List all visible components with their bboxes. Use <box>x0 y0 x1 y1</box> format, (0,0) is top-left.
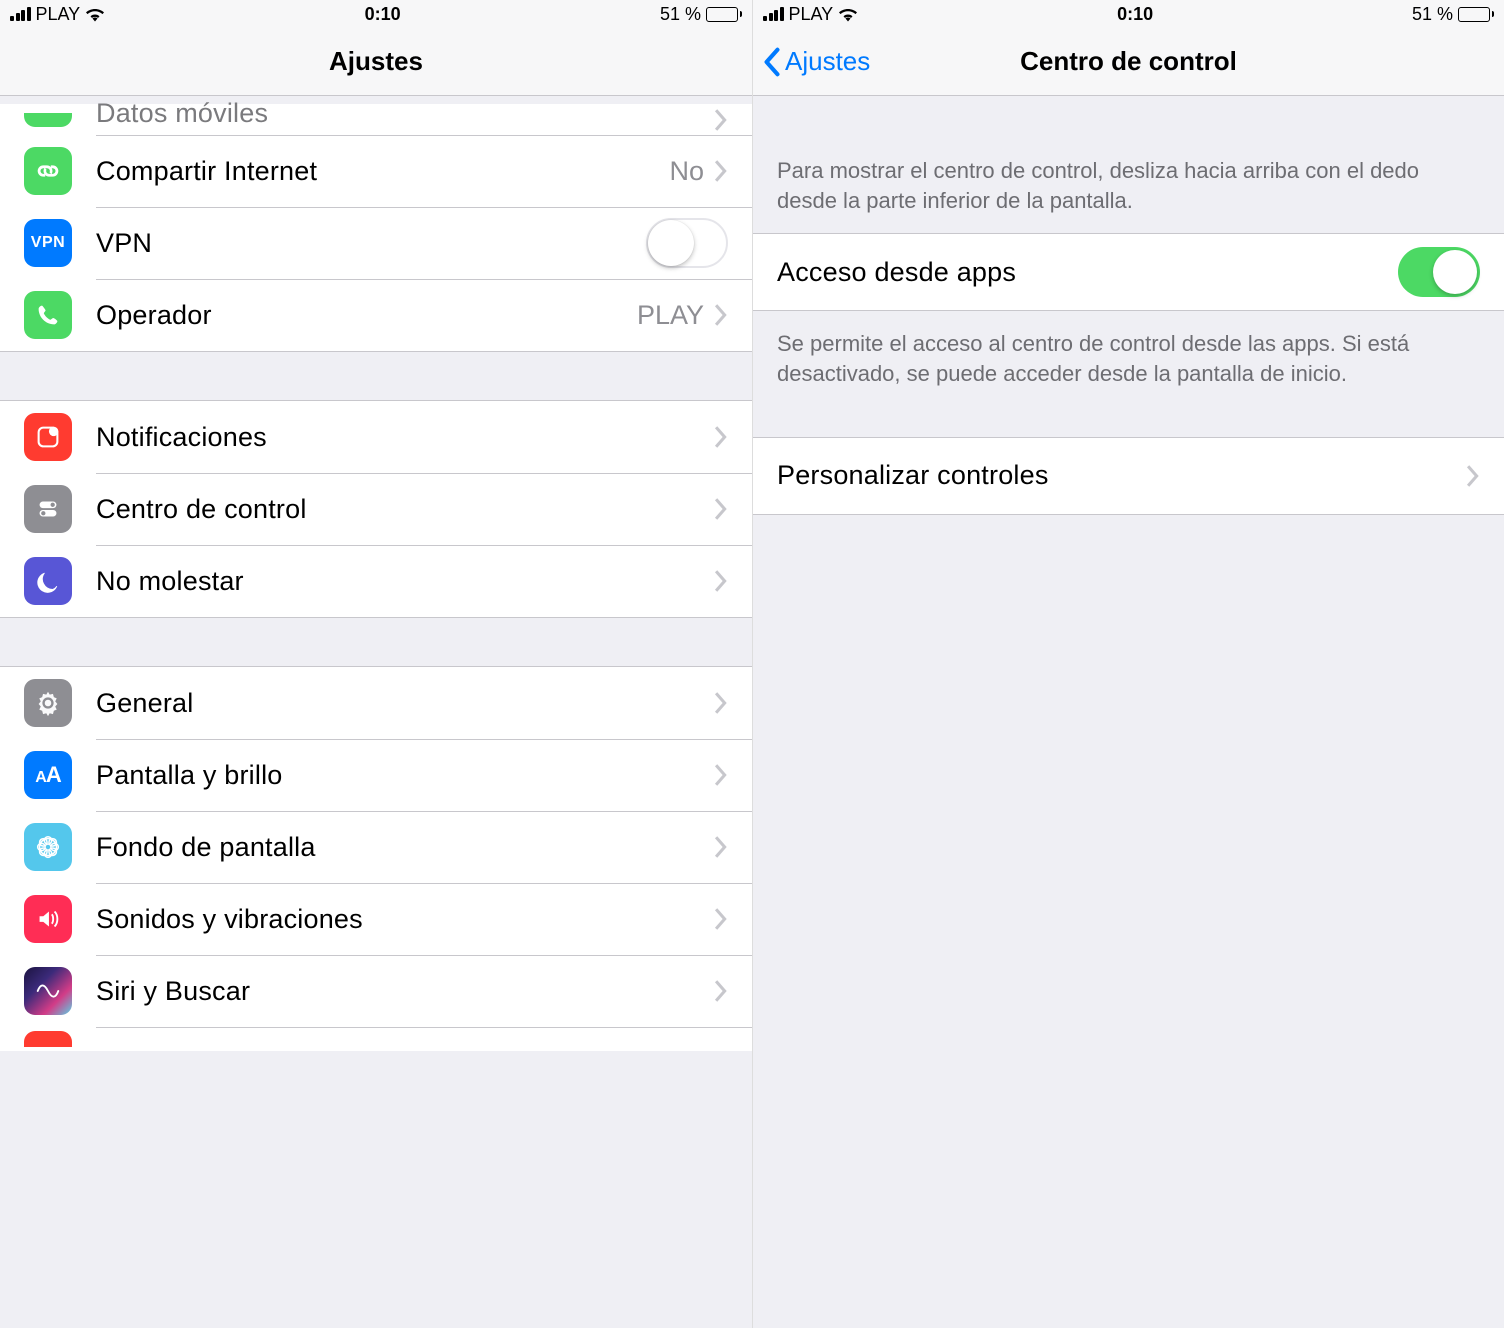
battery-icon <box>706 7 742 22</box>
row-general[interactable]: General <box>0 667 752 739</box>
explain-text-1: Para mostrar el centro de control, desli… <box>753 96 1504 233</box>
row-no-molestar[interactable]: No molestar <box>0 545 752 617</box>
row-notificaciones[interactable]: Notificaciones <box>0 401 752 473</box>
section-gap <box>0 351 752 401</box>
chevron-right-icon <box>714 764 728 786</box>
personal-hotspot-icon <box>24 147 72 195</box>
row-siri[interactable]: Siri y Buscar <box>0 955 752 1027</box>
phone-icon <box>24 291 72 339</box>
row-label: Acceso desde apps <box>777 257 1398 288</box>
row-label: VPN <box>96 228 646 259</box>
wifi-icon <box>838 6 858 22</box>
vpn-icon: VPN <box>24 219 72 267</box>
sound-icon <box>24 895 72 943</box>
explain-text-2: Se permite el acceso al centro de contro… <box>753 311 1504 406</box>
row-sonidos[interactable]: Sonidos y vibraciones <box>0 883 752 955</box>
chevron-right-icon <box>714 304 728 326</box>
unknown-icon <box>24 1031 72 1047</box>
vpn-toggle[interactable] <box>646 218 728 268</box>
row-label: Personalizar controles <box>777 460 1466 491</box>
row-fondo-pantalla[interactable]: Fondo de pantalla <box>0 811 752 883</box>
row-compartir-internet[interactable]: Compartir Internet No <box>0 135 752 207</box>
chevron-right-icon <box>714 109 728 131</box>
wifi-icon <box>85 6 105 22</box>
back-label: Ajustes <box>785 46 870 77</box>
nav-bar: Ajustes Centro de control <box>753 28 1504 96</box>
battery-percent: 51 % <box>660 4 701 25</box>
row-label: Operador <box>96 300 637 331</box>
settings-screen: PLAY 0:10 51 % Ajustes Datos móviles Com… <box>0 0 752 1328</box>
wallpaper-icon <box>24 823 72 871</box>
moon-icon <box>24 557 72 605</box>
carrier-label: PLAY <box>789 4 834 25</box>
row-label: Datos móviles <box>96 98 714 129</box>
status-bar: PLAY 0:10 51 % <box>753 0 1504 28</box>
row-label: Centro de control <box>96 494 714 525</box>
clock: 0:10 <box>365 4 401 25</box>
chevron-right-icon <box>1466 465 1480 487</box>
signal-icon <box>763 7 784 21</box>
chevron-right-icon <box>714 426 728 448</box>
page-title: Centro de control <box>1020 46 1237 77</box>
row-pantalla-brillo[interactable]: AA Pantalla y brillo <box>0 739 752 811</box>
row-label: Sonidos y vibraciones <box>96 904 714 935</box>
row-label: Compartir Internet <box>96 156 669 187</box>
row-label: Pantalla y brillo <box>96 760 714 791</box>
chevron-right-icon <box>714 836 728 858</box>
status-bar: PLAY 0:10 51 % <box>0 0 752 28</box>
chevron-right-icon <box>714 692 728 714</box>
siri-icon <box>24 967 72 1015</box>
chevron-right-icon <box>714 570 728 592</box>
battery-percent: 51 % <box>1412 4 1453 25</box>
chevron-right-icon <box>714 980 728 1002</box>
row-personalizar-controles[interactable]: Personalizar controles <box>753 438 1504 514</box>
page-title: Ajustes <box>329 46 423 77</box>
gear-icon <box>24 679 72 727</box>
chevron-left-icon <box>763 47 781 77</box>
row-label: Siri y Buscar <box>96 976 714 1007</box>
signal-icon <box>10 7 31 21</box>
row-acceso-desde-apps[interactable]: Acceso desde apps <box>753 234 1504 310</box>
chevron-right-icon <box>714 908 728 930</box>
row-value: No <box>669 156 704 187</box>
display-icon: AA <box>24 751 72 799</box>
row-operador[interactable]: Operador PLAY <box>0 279 752 351</box>
row-label: Fondo de pantalla <box>96 832 714 863</box>
row-label: No molestar <box>96 566 714 597</box>
row-label: General <box>96 688 714 719</box>
chevron-right-icon <box>714 160 728 182</box>
back-button[interactable]: Ajustes <box>763 28 870 95</box>
nav-bar: Ajustes <box>0 28 752 96</box>
control-center-icon <box>24 485 72 533</box>
row-datos-moviles[interactable]: Datos móviles <box>0 104 752 135</box>
control-center-screen: PLAY 0:10 51 % Ajustes Centro de control… <box>752 0 1504 1328</box>
clock: 0:10 <box>1117 4 1153 25</box>
row-label: Notificaciones <box>96 422 714 453</box>
row-centro-de-control[interactable]: Centro de control <box>0 473 752 545</box>
antenna-icon <box>24 113 72 127</box>
notifications-icon <box>24 413 72 461</box>
carrier-label: PLAY <box>36 4 81 25</box>
acceso-toggle[interactable] <box>1398 247 1480 297</box>
section-gap <box>0 617 752 667</box>
row-next-partial[interactable] <box>0 1027 752 1051</box>
chevron-right-icon <box>714 498 728 520</box>
row-vpn[interactable]: VPN VPN <box>0 207 752 279</box>
battery-icon <box>1458 7 1494 22</box>
row-value: PLAY <box>637 300 704 331</box>
